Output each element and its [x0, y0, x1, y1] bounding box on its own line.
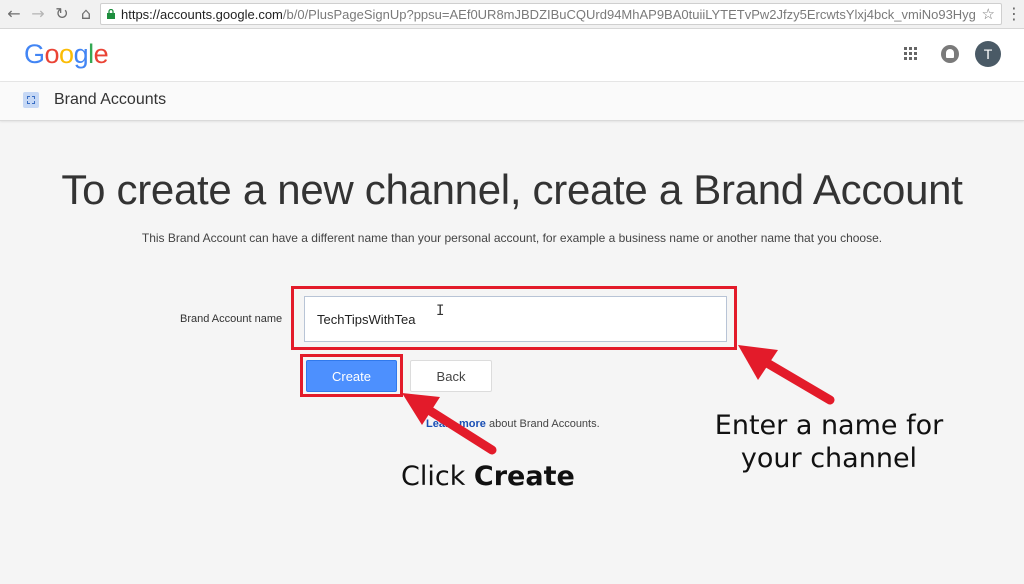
google-logo[interactable]: Google [24, 39, 109, 70]
address-bar[interactable]: https://accounts.google.com/b/0/PlusPage… [100, 3, 1002, 25]
browser-toolbar: ← → ↻ ⌂ https://accounts.google.com/b/0/… [0, 0, 1024, 29]
star-icon[interactable]: ☆ [982, 5, 995, 23]
headline: To create a new channel, create a Brand … [61, 166, 963, 213]
brand-account-name-input[interactable] [304, 296, 727, 342]
learn-more-text: Learn more about Brand Accounts. [426, 418, 600, 430]
enter-name-line-2: your channel [740, 443, 918, 474]
logo-letter: G [24, 39, 45, 69]
google-header: Google T [0, 29, 1024, 82]
logo-letter: e [93, 39, 109, 69]
forward-icon[interactable]: → [28, 4, 48, 24]
notifications-icon[interactable] [941, 45, 959, 63]
arrow-to-input [738, 345, 835, 405]
click-create-bold: Create [473, 461, 575, 492]
reload-icon[interactable]: ↻ [52, 4, 72, 24]
menu-icon[interactable]: ⋮ [1006, 4, 1022, 24]
back-icon[interactable]: ← [4, 4, 24, 24]
brand-accounts-bar: Brand Accounts [0, 82, 1024, 121]
page-title: Brand Accounts [54, 91, 167, 108]
url-text: https://accounts.google.com/b/0/PlusPage… [121, 7, 976, 22]
learn-more-suffix: about Brand Accounts. [485, 418, 600, 430]
home-icon[interactable]: ⌂ [76, 4, 96, 24]
description: This Brand Account can have a different … [141, 231, 883, 245]
learn-more-link[interactable]: Learn more [426, 418, 486, 430]
url-scheme: https:// [121, 7, 161, 22]
logo-letter: g [73, 39, 89, 69]
enter-name-line-1: Enter a name for [714, 410, 944, 441]
click-create-prefix: Click [401, 461, 474, 492]
back-button[interactable]: Back [410, 360, 492, 392]
enter-name-note: Enter a name for your channel [700, 409, 958, 475]
avatar[interactable]: T [975, 41, 1001, 67]
brand-account-icon [23, 92, 39, 108]
brand-account-name-label: Brand Account name [180, 313, 283, 325]
create-button[interactable]: Create [306, 360, 397, 392]
apps-grid-icon[interactable] [904, 47, 918, 61]
logo-letter: o [59, 39, 74, 69]
url-path: /b/0/PlusPageSignUp?ppsu=AEf0UR8mJBDZIBu… [282, 7, 976, 22]
text-cursor-icon: I [436, 303, 445, 319]
url-domain: accounts.google.com [160, 7, 283, 22]
lock-icon [107, 9, 115, 19]
logo-letter: o [44, 39, 60, 69]
click-create-note: Click Create [401, 461, 575, 492]
